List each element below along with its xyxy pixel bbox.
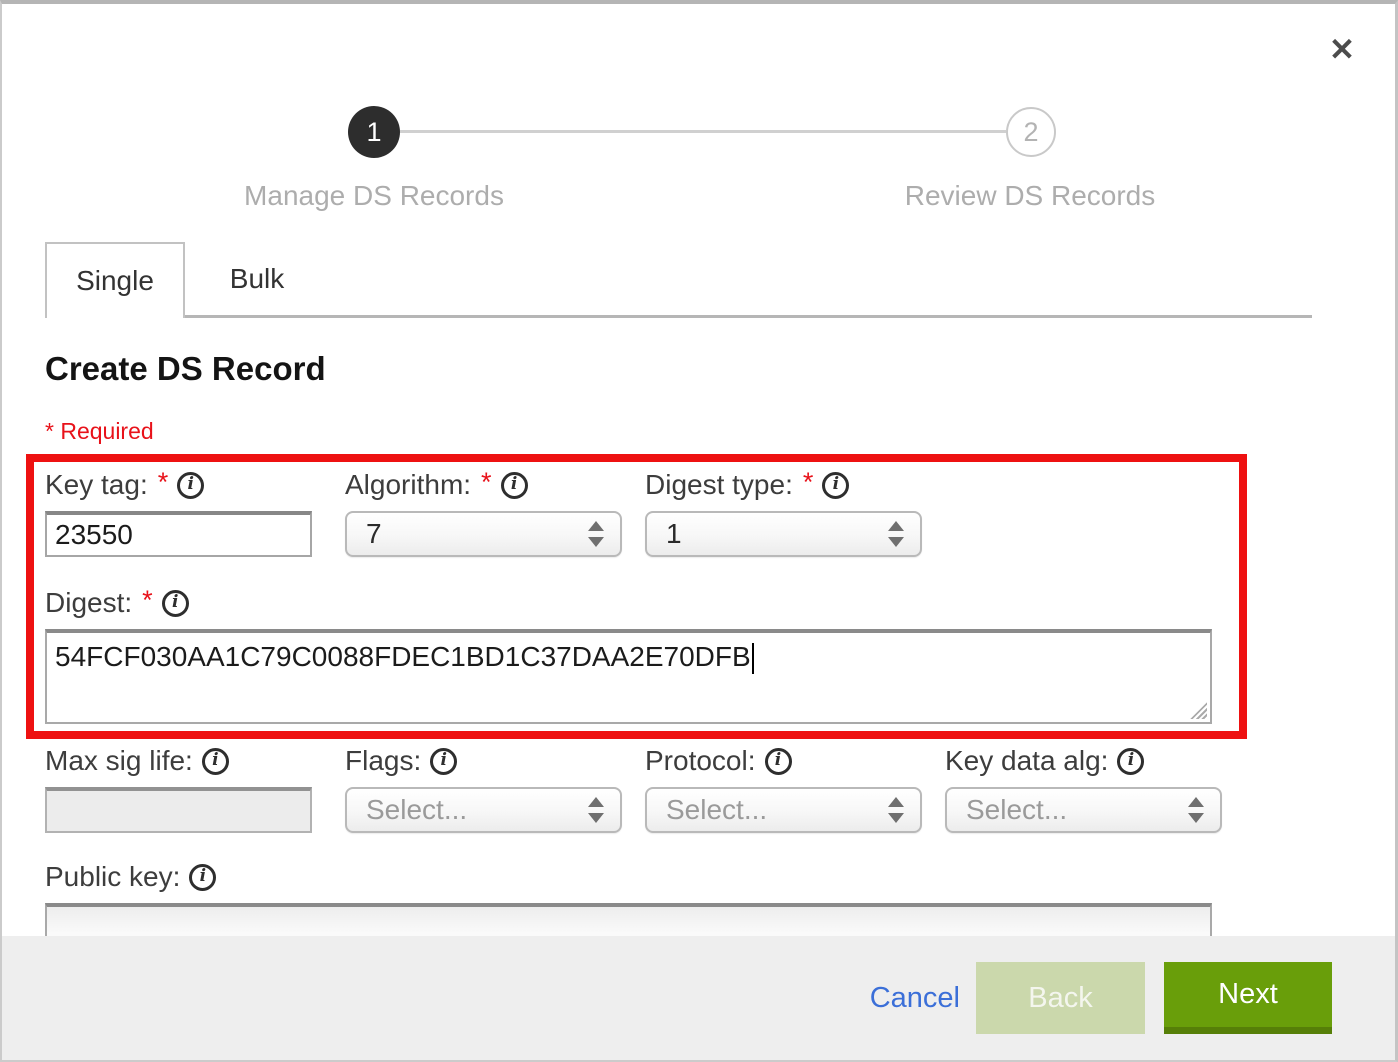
flags-select[interactable]: Select... <box>345 787 622 833</box>
algorithm-label-text: Algorithm: <box>345 469 471 501</box>
field-digest: Digest: * i 54FCF030AA1C79C0088FDEC1BD1C… <box>45 586 1212 724</box>
close-icon[interactable]: ✕ <box>1320 28 1364 72</box>
field-key-data-alg: Key data alg: i Select... <box>945 744 1222 833</box>
required-asterisk: * <box>158 467 169 498</box>
key-data-alg-label: Key data alg: i <box>945 744 1222 778</box>
field-protocol: Protocol: i Select... <box>645 744 922 833</box>
create-ds-record-modal: ✕ 1 2 Manage DS Records Review DS Record… <box>0 0 1398 1062</box>
flags-label: Flags: i <box>345 744 622 778</box>
digest-type-label: Digest type: * i <box>645 468 922 502</box>
select-arrows-icon <box>888 797 904 823</box>
stepper-connector-line <box>400 130 1006 133</box>
field-flags: Flags: i Select... <box>345 744 622 833</box>
digest-type-select[interactable]: 1 <box>645 511 922 557</box>
resize-grip-icon[interactable] <box>1190 702 1207 719</box>
info-icon[interactable]: i <box>822 472 849 499</box>
key-tag-input[interactable] <box>45 511 312 557</box>
digest-value: 54FCF030AA1C79C0088FDEC1BD1C37DAA2E70DFB <box>55 641 751 672</box>
protocol-label: Protocol: i <box>645 744 922 778</box>
select-arrows-icon <box>1188 797 1204 823</box>
algorithm-select[interactable]: 7 <box>345 511 622 557</box>
max-sig-life-label: Max sig life: i <box>45 744 312 778</box>
info-icon[interactable]: i <box>1117 748 1144 775</box>
required-asterisk: * <box>803 467 814 498</box>
required-asterisk: * <box>481 467 492 498</box>
info-icon[interactable]: i <box>202 748 229 775</box>
key-data-alg-select[interactable]: Select... <box>945 787 1222 833</box>
field-key-tag: Key tag: * i <box>45 468 312 557</box>
info-icon[interactable]: i <box>765 748 792 775</box>
key-tag-label-text: Key tag: <box>45 469 148 501</box>
info-icon[interactable]: i <box>177 472 204 499</box>
protocol-label-text: Protocol: <box>645 745 756 777</box>
public-key-label: Public key: i <box>45 860 1212 894</box>
select-arrows-icon <box>888 521 904 547</box>
modal-footer: Cancel Back Next <box>2 936 1395 1060</box>
tab-bulk[interactable]: Bulk <box>187 242 327 315</box>
field-digest-type: Digest type: * i 1 <box>645 468 922 557</box>
required-note: * Required <box>45 418 154 445</box>
tab-single[interactable]: Single <box>45 242 185 318</box>
info-icon[interactable]: i <box>430 748 457 775</box>
page-title: Create DS Record <box>45 350 326 388</box>
required-asterisk: * <box>142 585 153 616</box>
tab-bar-underline <box>45 315 1312 318</box>
select-arrows-icon <box>588 521 604 547</box>
flags-label-text: Flags: <box>345 745 421 777</box>
digest-label-text: Digest: <box>45 587 132 619</box>
protocol-select-value: Select... <box>666 794 767 826</box>
algorithm-label: Algorithm: * i <box>345 468 622 502</box>
step-2-circle: 2 <box>1006 107 1056 157</box>
info-icon[interactable]: i <box>162 590 189 617</box>
digest-type-select-value: 1 <box>666 518 682 550</box>
digest-label: Digest: * i <box>45 586 1212 620</box>
step-1-label: Manage DS Records <box>214 180 534 212</box>
digest-textarea[interactable]: 54FCF030AA1C79C0088FDEC1BD1C37DAA2E70DFB <box>45 629 1212 724</box>
step-1-circle: 1 <box>348 106 400 158</box>
text-caret <box>752 643 754 674</box>
info-icon[interactable]: i <box>501 472 528 499</box>
digest-type-label-text: Digest type: <box>645 469 793 501</box>
step-2-label: Review DS Records <box>870 180 1190 212</box>
next-button[interactable]: Next <box>1164 962 1332 1034</box>
key-data-alg-select-value: Select... <box>966 794 1067 826</box>
max-sig-life-input[interactable] <box>45 787 312 833</box>
protocol-select[interactable]: Select... <box>645 787 922 833</box>
field-algorithm: Algorithm: * i 7 <box>345 468 622 557</box>
field-max-sig-life: Max sig life: i <box>45 744 312 833</box>
flags-select-value: Select... <box>366 794 467 826</box>
public-key-label-text: Public key: <box>45 861 180 893</box>
info-icon[interactable]: i <box>189 864 216 891</box>
key-tag-label: Key tag: * i <box>45 468 312 502</box>
max-sig-life-label-text: Max sig life: <box>45 745 193 777</box>
algorithm-select-value: 7 <box>366 518 382 550</box>
field-public-key: Public key: i <box>45 860 1212 945</box>
back-button[interactable]: Back <box>976 962 1145 1034</box>
cancel-button[interactable]: Cancel <box>870 982 960 1015</box>
select-arrows-icon <box>588 797 604 823</box>
key-data-alg-label-text: Key data alg: <box>945 745 1108 777</box>
